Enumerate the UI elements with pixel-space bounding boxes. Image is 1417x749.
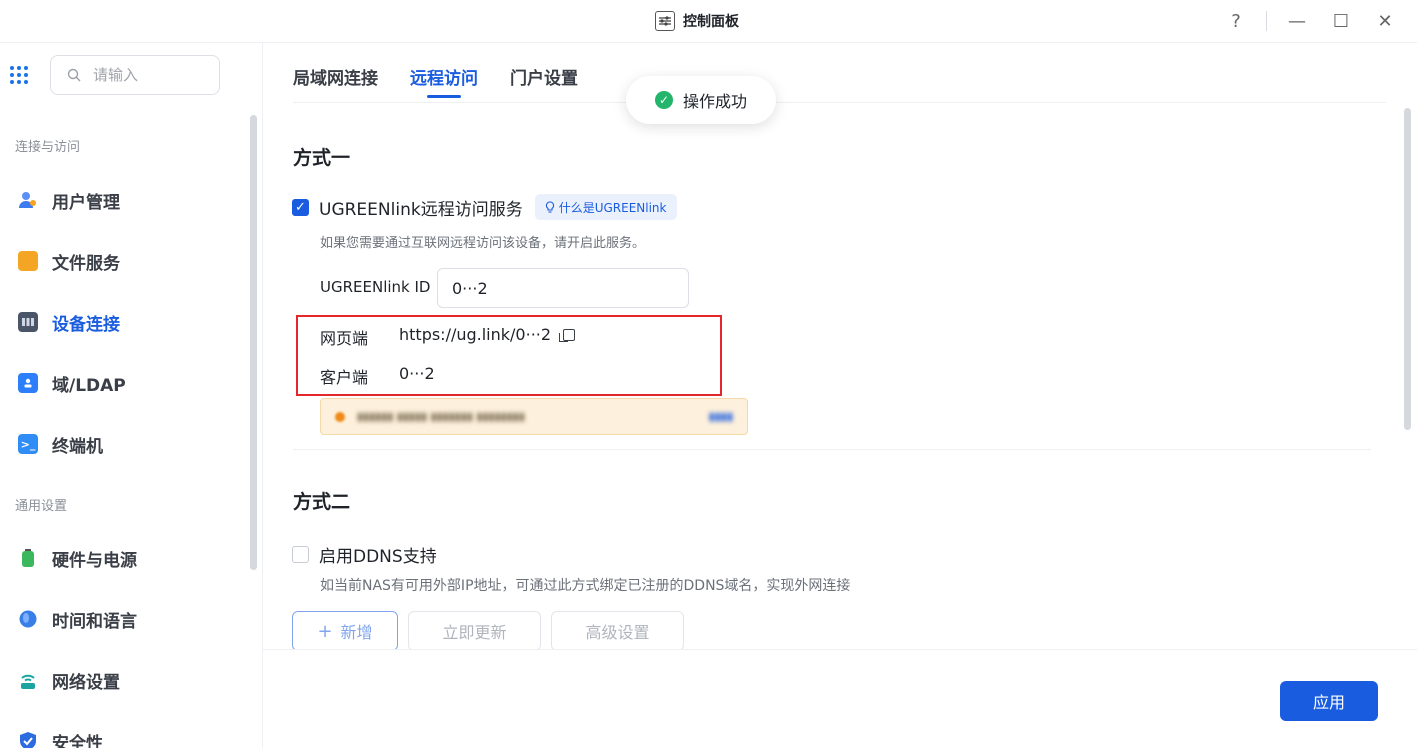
sidebar-item-label: 用户管理 [52, 192, 120, 213]
sidebar-item-label: 终端机 [52, 436, 103, 457]
sidebar-item-hardware-power[interactable]: 硬件与电源 [18, 543, 137, 573]
sidebar-item-label: 时间和语言 [52, 611, 137, 632]
ldap-icon [18, 373, 38, 393]
method2-title: 方式二 [293, 491, 351, 513]
web-url[interactable]: https://ug.link/0···2 [399, 325, 551, 344]
sidebar-item-label: 文件服务 [52, 253, 120, 274]
tab-lan-connection[interactable]: 局域网连接 [293, 64, 378, 94]
users-icon [18, 190, 38, 210]
warning-icon [335, 411, 345, 422]
search-input[interactable] [91, 65, 205, 85]
window-title-group: 控制面板 [655, 10, 739, 32]
sidebar-item-terminal[interactable]: >_ 终端机 [18, 429, 103, 459]
sidebar-item-label: 设备连接 [52, 314, 120, 335]
ugreenlink-id-field[interactable] [437, 268, 689, 308]
footer-bar [263, 649, 1417, 749]
add-button-label: 新增 [340, 623, 373, 642]
battery-icon [18, 548, 38, 568]
router-icon [18, 670, 38, 690]
terminal-icon: >_ [18, 434, 38, 454]
ugreenlink-checkbox-label[interactable]: UGREENlink远程访问服务 [319, 195, 523, 220]
sidebar-item-network[interactable]: 网络设置 [18, 665, 120, 695]
globe-icon [18, 609, 38, 629]
section-label-general: 通用设置 [15, 499, 68, 514]
folder-icon [18, 251, 38, 271]
help-button[interactable]: ? [1222, 8, 1250, 34]
close-button[interactable]: ✕ [1371, 8, 1399, 34]
sidebar-item-label: 硬件与电源 [52, 550, 137, 571]
method1-title: 方式一 [293, 147, 351, 169]
control-panel-icon [655, 11, 675, 31]
tab-bar: 局域网连接 远程访问 门户设置 [293, 64, 578, 94]
client-id: 0···2 [399, 364, 435, 383]
sidebar-item-security[interactable]: 安全性 [18, 726, 103, 748]
sidebar-item-device-connection[interactable]: 设备连接 [18, 307, 120, 337]
window-controls-divider [1266, 11, 1267, 31]
device-icon [18, 312, 38, 332]
copy-icon[interactable] [559, 328, 576, 342]
warning-action-blurred[interactable]: ▮▮▮▮ [709, 410, 733, 423]
window-controls: ? — ☐ ✕ [1206, 8, 1399, 34]
sidebar: 连接与访问 用户管理 文件服务 设备连接 域/LDAP >_ 终端机 通用设置 … [0, 43, 263, 748]
maximize-button[interactable]: ☐ [1327, 8, 1355, 34]
check-circle-icon: ✓ [654, 91, 673, 109]
tab-portal-settings[interactable]: 门户设置 [510, 64, 578, 94]
minimize-button[interactable]: — [1283, 8, 1311, 34]
sidebar-item-users[interactable]: 用户管理 [18, 185, 120, 215]
plus-icon: + [317, 620, 333, 642]
ddns-checkbox-label[interactable]: 启用DDNS支持 [319, 542, 437, 567]
tab-remote-access[interactable]: 远程访问 [410, 64, 478, 94]
update-now-button[interactable]: 立即更新 [408, 611, 541, 651]
sidebar-item-label: 网络设置 [52, 672, 120, 693]
ugreenlink-description: 如果您需要通过互联网远程访问该设备，请开启此服务。 [320, 236, 646, 251]
content-scrollbar[interactable] [1404, 108, 1411, 430]
sidebar-item-label: 安全性 [52, 733, 103, 749]
web-url-row: https://ug.link/0···2 [399, 325, 576, 344]
success-toast: ✓ 操作成功 [626, 76, 776, 124]
apply-button[interactable]: 应用 [1280, 681, 1378, 721]
ugreenlink-checkbox[interactable]: ✓ [292, 198, 309, 216]
search-box[interactable] [50, 55, 220, 95]
sidebar-item-ldap[interactable]: 域/LDAP [18, 368, 126, 398]
tab-divider [293, 102, 1386, 103]
sidebar-item-file-service[interactable]: 文件服务 [18, 246, 120, 276]
ddns-button-row: + 新增 立即更新 高级设置 [292, 611, 684, 651]
web-label: 网页端 [320, 329, 369, 348]
client-label: 客户端 [320, 368, 369, 387]
sidebar-item-label: 域/LDAP [52, 375, 126, 396]
shield-icon [18, 731, 38, 748]
section-divider [293, 449, 1371, 450]
ddns-toggle-row: 启用DDNS支持 [292, 542, 437, 567]
window-title: 控制面板 [683, 14, 739, 30]
toast-message: 操作成功 [682, 92, 747, 111]
ddns-description: 如当前NAS有可用外部IP地址，可通过此方式绑定已注册的DDNS域名，实现外网连… [320, 578, 851, 594]
apps-grid-icon[interactable] [10, 66, 28, 84]
ugreenlink-id-label: UGREENlink ID [320, 278, 431, 296]
ipv6-warning-banner: ▮▮▮▮▮▮ ▮▮▮▮▮ ▮▮▮▮▮▮▮ ▮▮▮▮▮▮▮▮ ▮▮▮▮ [320, 398, 748, 435]
sidebar-item-time-language[interactable]: 时间和语言 [18, 604, 137, 634]
what-is-ugreenlink-text: 什么是UGREENlink [558, 200, 667, 215]
warning-text-blurred: ▮▮▮▮▮▮ ▮▮▮▮▮ ▮▮▮▮▮▮▮ ▮▮▮▮▮▮▮▮ [357, 410, 525, 423]
sidebar-scrollbar[interactable] [250, 115, 257, 570]
search-icon [67, 68, 81, 82]
what-is-ugreenlink-link[interactable]: 什么是UGREENlink [534, 194, 677, 220]
lightbulb-icon [545, 201, 554, 213]
ddns-checkbox[interactable] [292, 546, 309, 563]
ugreenlink-toggle-row: ✓ UGREENlink远程访问服务 什么是UGREENlink [292, 194, 677, 220]
section-label-connection: 连接与访问 [15, 140, 81, 155]
add-button[interactable]: + 新增 [292, 611, 398, 651]
advanced-settings-button[interactable]: 高级设置 [551, 611, 684, 651]
title-bar: 控制面板 ? — ☐ ✕ [0, 0, 1417, 43]
